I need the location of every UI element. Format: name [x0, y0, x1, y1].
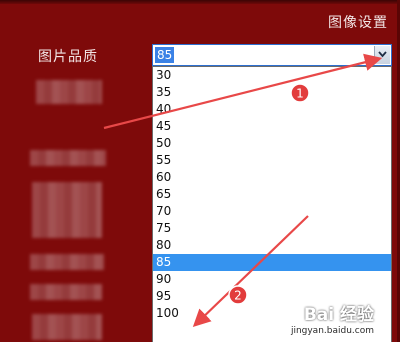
- quality-select[interactable]: 85: [152, 44, 392, 66]
- quality-select-value: 85: [155, 47, 175, 63]
- dropdown-option[interactable]: 65: [153, 186, 391, 203]
- section-title: 图像设置: [328, 15, 388, 31]
- watermark-brand: Bai 经验: [303, 305, 374, 325]
- dropdown-option[interactable]: 50: [153, 135, 391, 152]
- dropdown-option[interactable]: 30: [153, 67, 391, 84]
- redacted-label: [30, 284, 102, 300]
- redacted-label: [32, 182, 102, 238]
- dropdown-toggle-button[interactable]: [374, 46, 390, 64]
- redacted-label: [32, 314, 102, 340]
- redacted-label: [30, 150, 106, 166]
- window-top-edge: [0, 0, 400, 4]
- watermark: Bai 经验 jingyan.baidu.com: [291, 300, 374, 336]
- dropdown-option[interactable]: 90: [153, 271, 391, 288]
- dropdown-option[interactable]: 40: [153, 101, 391, 118]
- dropdown-option[interactable]: 80: [153, 237, 391, 254]
- dropdown-option[interactable]: 55: [153, 152, 391, 169]
- dropdown-option[interactable]: 45: [153, 118, 391, 135]
- redacted-label: [30, 254, 104, 270]
- redacted-label: [36, 80, 102, 104]
- dropdown-option[interactable]: 35: [153, 84, 391, 101]
- dropdown-option[interactable]: 60: [153, 169, 391, 186]
- dropdown-option[interactable]: 75: [153, 220, 391, 237]
- watermark-url: jingyan.baidu.com: [290, 326, 374, 336]
- quality-label: 图片品质: [38, 49, 98, 65]
- chevron-down-icon: [378, 51, 387, 58]
- dropdown-option-selected[interactable]: 85: [153, 254, 391, 271]
- dropdown-option[interactable]: 70: [153, 203, 391, 220]
